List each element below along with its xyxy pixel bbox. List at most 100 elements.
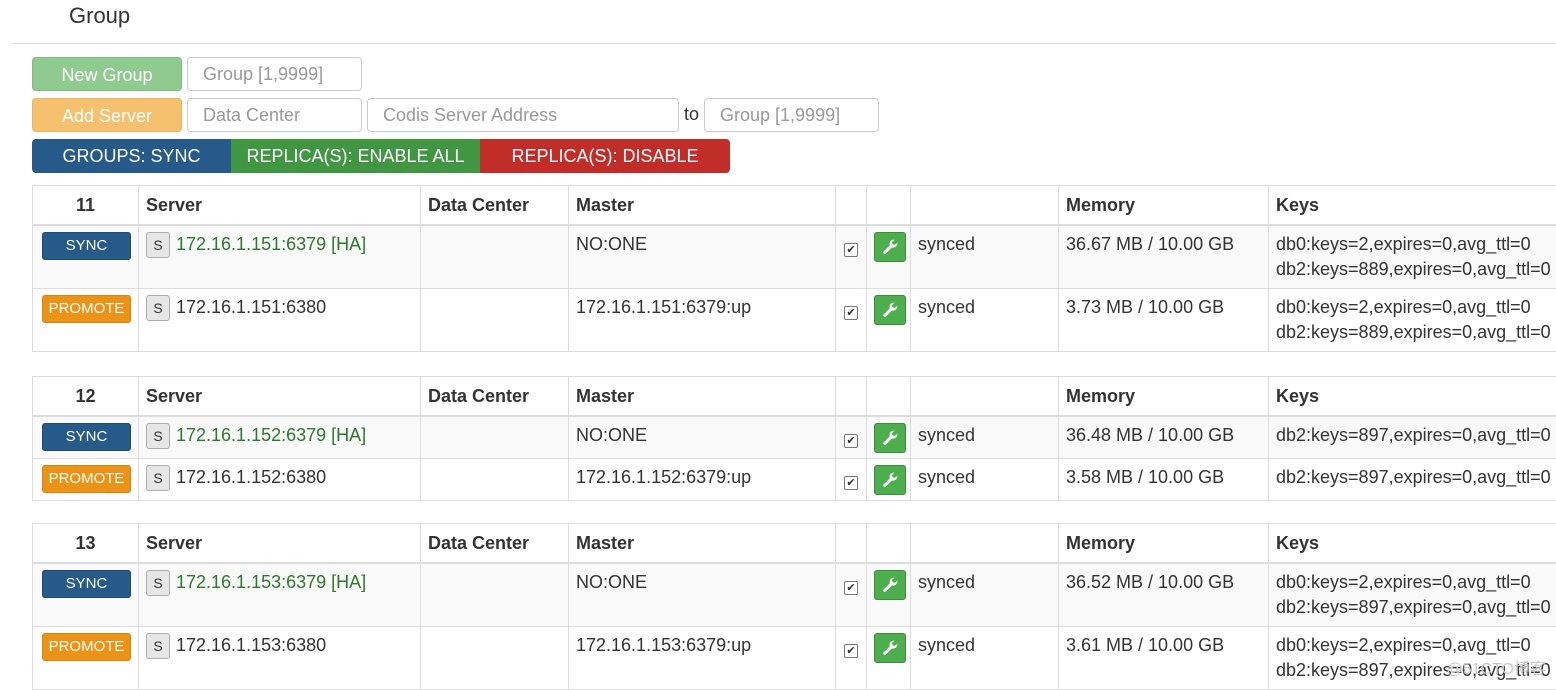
keyspace-info: db2:keys=889,expires=0,avg_ttl=0 (1276, 257, 1556, 282)
memory-cell: 3.58 MB / 10.00 GB (1059, 459, 1269, 501)
server-badge-button[interactable]: S (146, 570, 170, 596)
page-title: Group (69, 3, 130, 29)
data-center-cell (421, 288, 569, 351)
wrench-icon[interactable] (874, 423, 906, 453)
master-cell: NO:ONE (569, 563, 836, 626)
action-column-header (867, 377, 911, 417)
keys-column-header: Keys (1269, 377, 1556, 417)
keyspace-info: db0:keys=2,expires=0,avg_ttl=0 (1276, 633, 1556, 658)
checkbox-checked-icon[interactable]: ✔ (844, 476, 858, 490)
server-column-header: Server (139, 524, 421, 564)
server-address: 172.16.1.153:6379 [HA] (176, 572, 366, 592)
check-column-header (836, 377, 867, 417)
new-group-button[interactable]: New Group (32, 57, 182, 91)
data-center-cell (421, 459, 569, 501)
server-badge-button[interactable]: S (146, 232, 170, 258)
server-column-header: Server (139, 186, 421, 226)
sync-status: synced (918, 417, 1051, 448)
action-column-header (867, 524, 911, 564)
action-cell: SYNC (33, 416, 139, 459)
action-cell: PROMOTE (33, 459, 139, 501)
server-badge-button[interactable]: S (146, 633, 170, 659)
promote-button[interactable]: PROMOTE (42, 295, 131, 323)
server-row: SYNC S 172.16.1.152:6379 [HA] NO:ONE ✔ synced… (33, 416, 1556, 459)
add-server-button[interactable]: Add Server (32, 98, 182, 132)
wrench-icon[interactable] (874, 232, 906, 262)
checkbox-checked-icon[interactable]: ✔ (844, 644, 858, 658)
data-center-value (428, 417, 561, 423)
memory-value: 3.61 MB / 10.00 GB (1066, 627, 1261, 658)
status-cell: synced (911, 626, 1059, 689)
data-center-column-header: Data Center (421, 524, 569, 564)
config-cell (867, 459, 911, 501)
group-header-row: 11ServerData CenterMasterMemoryKeys (33, 186, 1556, 226)
disable-all-replicas-button[interactable]: REPLICA(S): DISABLE ALL (480, 139, 730, 173)
action-cell: PROMOTE (33, 288, 139, 351)
server-row: PROMOTES172.16.1.151:6380172.16.1.151:63… (33, 288, 1556, 351)
master-cell: NO:ONE (569, 416, 836, 459)
status-cell: synced (911, 288, 1059, 351)
checkbox-checked-icon[interactable]: ✔ (844, 434, 858, 448)
wrench-icon[interactable] (874, 633, 906, 663)
master-cell: 172.16.1.152:6379:up (569, 459, 836, 501)
check-cell: ✔ (836, 563, 867, 626)
check-column-header (836, 186, 867, 226)
group-table: 13ServerData CenterMasterMemoryKeysSYNCS… (32, 523, 1556, 690)
data-center-value (428, 627, 561, 633)
sync-status: synced (918, 226, 1051, 257)
check-cell: ✔ (836, 416, 867, 459)
data-center-value (428, 564, 561, 570)
data-center-cell (421, 563, 569, 626)
status-cell: synced (911, 416, 1059, 459)
data-center-input[interactable] (187, 98, 362, 132)
keys-cell: db0:keys=2,expires=0,avg_ttl=0db2:keys=8… (1269, 563, 1556, 626)
new-group-id-input[interactable] (187, 57, 362, 91)
server-address: 172.16.1.152:6379 [HA] (176, 425, 366, 445)
server-cell: S172.16.1.153:6380 (139, 626, 421, 689)
memory-column-header: Memory (1059, 186, 1269, 226)
status-column-header (911, 524, 1059, 564)
server-badge-button[interactable]: S (146, 295, 170, 321)
memory-cell: 3.73 MB / 10.00 GB (1059, 288, 1269, 351)
action-column-header (867, 186, 911, 226)
sync-status: synced (918, 627, 1051, 658)
wrench-icon[interactable] (874, 570, 906, 600)
action-cell: SYNC (33, 225, 139, 288)
wrench-icon[interactable] (874, 465, 906, 495)
server-address-input[interactable] (367, 98, 679, 132)
memory-cell: 36.48 MB / 10.00 GB (1059, 416, 1269, 459)
memory-column-header: Memory (1059, 524, 1269, 564)
enable-all-replicas-button[interactable]: REPLICA(S): ENABLE ALL (231, 139, 480, 173)
server-address: 172.16.1.151:6379 [HA] (176, 234, 366, 254)
master-column-header: Master (569, 186, 836, 226)
to-label: to (684, 104, 699, 125)
wrench-icon[interactable] (874, 295, 906, 325)
group-id: 11 (33, 186, 139, 226)
memory-cell: 3.61 MB / 10.00 GB (1059, 626, 1269, 689)
master-column-header: Master (569, 524, 836, 564)
sync-status: synced (918, 289, 1051, 320)
group-table: 11ServerData CenterMasterMemoryKeysSYNCS… (32, 185, 1556, 352)
sync-all-button[interactable]: GROUPS: SYNC ALL (32, 139, 231, 173)
check-column-header (836, 524, 867, 564)
server-row: PROMOTE S172.16.1.153:6380 172.16.1.153:63… (33, 626, 1556, 689)
config-cell (867, 288, 911, 351)
server-badge-button[interactable]: S (146, 465, 170, 491)
status-cell: synced (911, 563, 1059, 626)
memory-cell: 36.52 MB / 10.00 GB (1059, 563, 1269, 626)
master-value: 172.16.1.153:6379:up (576, 627, 828, 658)
memory-value: 36.52 MB / 10.00 GB (1066, 564, 1261, 595)
group-id: 12 (33, 377, 139, 417)
sync-button[interactable]: SYNC (42, 570, 131, 598)
config-cell (867, 416, 911, 459)
sync-button[interactable]: SYNC (42, 232, 131, 260)
target-group-input[interactable] (704, 98, 879, 132)
sync-button[interactable]: SYNC (42, 423, 131, 451)
promote-button[interactable]: PROMOTE (42, 633, 131, 661)
checkbox-checked-icon[interactable]: ✔ (844, 243, 858, 257)
keys-column-header: Keys (1269, 186, 1556, 226)
checkbox-checked-icon[interactable]: ✔ (844, 581, 858, 595)
checkbox-checked-icon[interactable]: ✔ (844, 306, 858, 320)
server-badge-button[interactable]: S (146, 423, 170, 449)
promote-button[interactable]: PROMOTE (42, 465, 131, 493)
